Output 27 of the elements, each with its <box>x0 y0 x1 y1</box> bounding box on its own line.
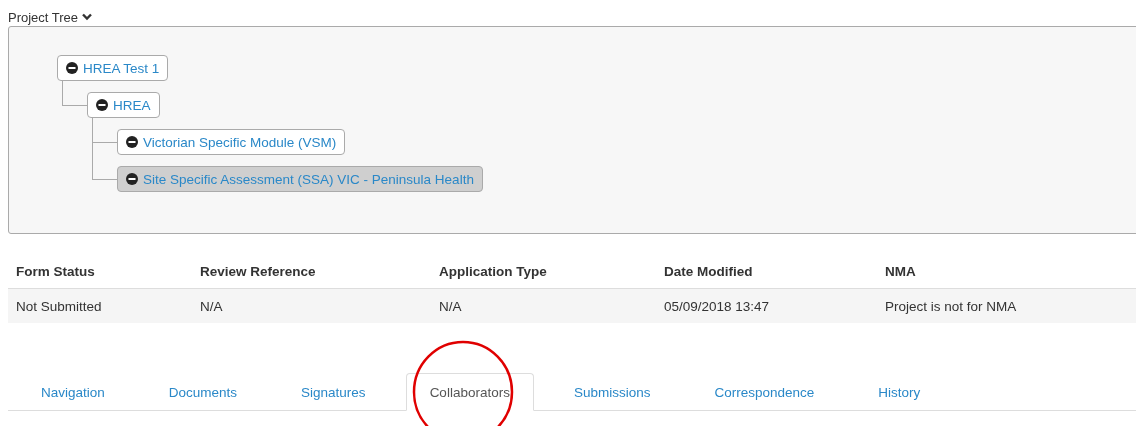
tree-node[interactable]: Victorian Specific Module (VSM) <box>117 129 346 155</box>
tab[interactable]: Correspondence <box>690 373 839 411</box>
collapse-icon[interactable] <box>96 99 108 111</box>
column-header: Review Reference <box>200 263 317 279</box>
tree-title[interactable]: Project Tree <box>8 9 79 25</box>
tab[interactable]: Navigation <box>17 373 129 411</box>
collapse-icon[interactable] <box>126 173 138 185</box>
table-cell: Project is not for NMA <box>885 298 1017 314</box>
table-cell-text: N/A <box>439 298 463 314</box>
table-cell-text: Not Submitted <box>16 298 103 314</box>
collapse-icon[interactable] <box>126 136 138 148</box>
tab[interactable]: Signatures <box>277 373 390 411</box>
chevron-down-icon[interactable] <box>82 13 93 21</box>
collapse-icon[interactable] <box>66 62 78 74</box>
tab[interactable]: Collaborators <box>405 373 534 411</box>
column-header: Date Modified <box>664 263 754 279</box>
tree-node[interactable]: Site Specific Assessment (SSA) VIC - Peninsula Health <box>117 166 483 192</box>
table-cell-text: 05/09/2018 13:47 <box>664 298 771 314</box>
column-header: Application Type <box>439 263 548 279</box>
tree-node[interactable]: HREA <box>87 92 160 118</box>
tab[interactable]: Documents <box>144 373 262 411</box>
table-cell-text: N/A <box>200 298 224 314</box>
tab[interactable]: History <box>854 373 945 411</box>
column-header: Form Status <box>16 263 96 279</box>
tree-node[interactable]: HREA Test 1 <box>57 55 169 81</box>
column-header: NMA <box>885 263 916 279</box>
tab[interactable]: Submissions <box>549 373 675 411</box>
